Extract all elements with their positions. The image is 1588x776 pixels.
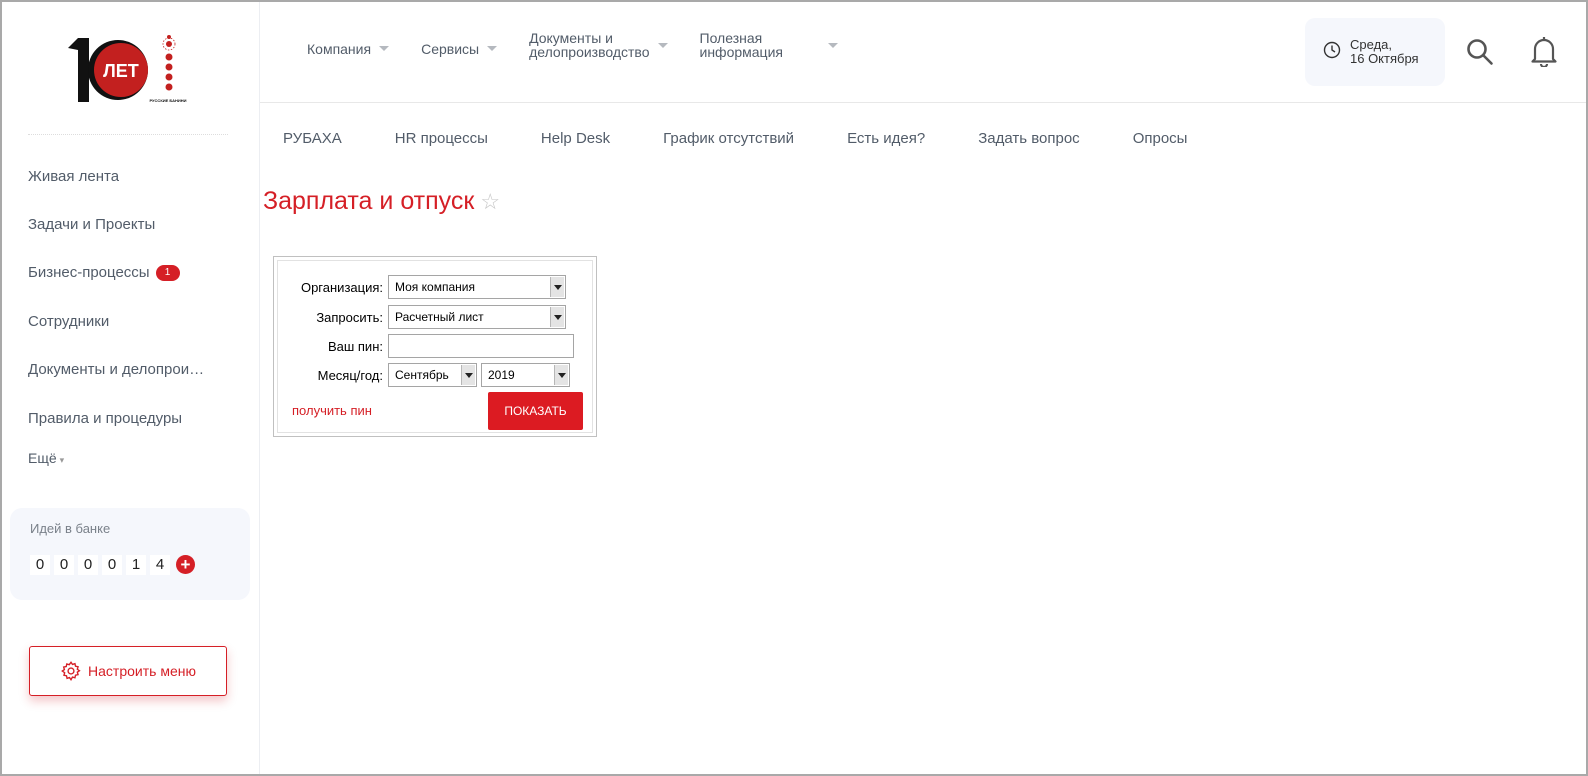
- counter-digit: 1: [126, 555, 146, 575]
- logo-divider: [28, 134, 228, 135]
- top-nav: Компания Сервисы Документы и делопроизвод…: [307, 31, 838, 59]
- request-row: Запросить: Расчетный лист: [278, 305, 566, 329]
- top-header: Компания Сервисы Документы и делопроизвод…: [260, 2, 1586, 103]
- page-title-text: Зарплата и отпуск: [263, 187, 475, 215]
- top-nav-label-wrap: Полезная информация: [700, 31, 820, 59]
- ideas-bank-title: Идей в банке: [30, 521, 111, 536]
- chevron-down-icon: [657, 42, 668, 48]
- sidebar-menu: Живая лента Задачи и Проекты Бизнес-проц…: [28, 152, 248, 442]
- counter-digit: 0: [54, 555, 74, 575]
- clock-icon: [1323, 41, 1341, 59]
- pin-row: Ваш пин:: [278, 334, 574, 358]
- sidebar-item-tasks[interactable]: Задачи и Проекты: [28, 200, 248, 248]
- sidebar: ЛЕТ РУССКИЕ БАНИНИ Живая лента Задачи и …: [2, 2, 260, 774]
- page-title: Зарплата и отпуск ☆: [263, 187, 500, 216]
- top-nav-label-wrap: Документы и делопроизводство: [529, 31, 649, 59]
- dropdown-arrow-icon: [550, 307, 564, 327]
- sidebar-item-label: Живая лента: [28, 167, 120, 185]
- ideas-counter: 0 0 0 0 1 4: [30, 555, 170, 575]
- year-select[interactable]: 2019: [481, 363, 570, 387]
- sidebar-item-rules[interactable]: Правила и процедуры: [28, 394, 248, 442]
- section-nav-item[interactable]: Есть идея?: [847, 130, 925, 147]
- month-select[interactable]: Сентябрь: [388, 363, 477, 387]
- org-row: Организация: Моя компания: [278, 275, 566, 299]
- chevron-down-icon: [379, 46, 390, 51]
- year-value: 2019: [488, 368, 515, 382]
- svg-text:ЛЕТ: ЛЕТ: [103, 61, 139, 81]
- org-label: Организация:: [300, 279, 383, 295]
- section-nav-item[interactable]: Задать вопрос: [978, 130, 1079, 147]
- date-weekday: Среда,: [1350, 37, 1392, 52]
- period-label: Месяц/год:: [317, 367, 383, 383]
- counter-badge: 1: [155, 264, 180, 281]
- counter-digit: 0: [102, 555, 122, 575]
- sidebar-more-toggle[interactable]: Ещё ▾: [28, 450, 64, 466]
- section-nav-item[interactable]: РУБАХА: [283, 130, 342, 147]
- chevron-down-icon: [827, 42, 838, 48]
- request-label: Запросить:: [316, 309, 383, 325]
- sidebar-item-label: Бизнес-процессы: [28, 264, 150, 282]
- svg-text:РУССКИЕ БАНИНИ: РУССКИЕ БАНИНИ: [149, 98, 186, 103]
- top-nav-label-line2: делопроизводство: [529, 44, 650, 60]
- counter-digit: 4: [150, 555, 170, 575]
- sidebar-item-business-processes[interactable]: Бизнес-процессы 1: [28, 249, 248, 297]
- current-date: Среда, 16 Октября: [1350, 38, 1419, 66]
- pin-label: Ваш пин:: [327, 338, 383, 354]
- section-nav: РУБАХА HR процессы Help Desk График отсу…: [283, 130, 1240, 147]
- ideas-bank-widget: Идей в банке 0 0 0 0 1 4 +: [10, 508, 250, 600]
- bell-icon[interactable]: [1530, 35, 1558, 67]
- more-label: Ещё: [28, 450, 57, 466]
- show-button[interactable]: ПОКАЗАТЬ: [488, 392, 583, 430]
- top-nav-documents[interactable]: Документы и делопроизводство: [529, 31, 668, 59]
- date-day: 16 Октября: [1350, 51, 1419, 66]
- dropdown-arrow-icon: [461, 365, 475, 385]
- org-select[interactable]: Моя компания: [388, 275, 566, 299]
- top-nav-company[interactable]: Компания: [307, 38, 390, 59]
- org-value: Моя компания: [395, 280, 475, 294]
- month-value: Сентябрь: [395, 368, 449, 382]
- sidebar-item-label: Задачи и Проекты: [28, 216, 156, 234]
- counter-digit: 0: [78, 555, 98, 575]
- dropdown-arrow-icon: [554, 365, 568, 385]
- chevron-down-icon: ▾: [59, 455, 65, 465]
- date-widget: Среда, 16 Октября: [1305, 18, 1445, 86]
- star-icon[interactable]: ☆: [480, 189, 500, 215]
- section-nav-item[interactable]: График отсутствий: [663, 130, 794, 147]
- search-icon[interactable]: [1465, 37, 1495, 67]
- gear-icon: [61, 661, 81, 682]
- sidebar-item-label: Документы и делопроизводство: [28, 361, 208, 379]
- pin-input[interactable]: [388, 334, 574, 358]
- sidebar-item-live-feed[interactable]: Живая лента: [28, 152, 248, 200]
- dropdown-arrow-icon: [550, 277, 564, 297]
- sidebar-item-label: Сотрудники: [28, 312, 110, 330]
- top-nav-useful-info[interactable]: Полезная информация: [700, 31, 838, 59]
- sidebar-item-documents[interactable]: Документы и делопроизводство: [28, 346, 248, 394]
- top-nav-label: Сервисы: [421, 40, 480, 57]
- request-value: Расчетный лист: [395, 310, 484, 324]
- configure-menu-button[interactable]: Настроить меню: [29, 646, 227, 696]
- section-nav-item[interactable]: HR процессы: [395, 130, 488, 147]
- top-nav-services[interactable]: Сервисы: [421, 38, 498, 59]
- payslip-form: Организация: Моя компания Запросить: Рас…: [273, 256, 597, 437]
- configure-menu-label: Настроить меню: [88, 663, 196, 679]
- period-row: Месяц/год: Сентябрь 2019: [278, 363, 570, 387]
- request-select[interactable]: Расчетный лист: [388, 305, 566, 329]
- add-idea-icon[interactable]: +: [176, 555, 195, 574]
- get-pin-link[interactable]: получить пин: [292, 403, 372, 418]
- sidebar-item-label: Правила и процедуры: [28, 409, 183, 427]
- section-nav-item[interactable]: Опросы: [1133, 130, 1188, 147]
- top-nav-label-line2: информация: [699, 44, 783, 60]
- section-nav-item[interactable]: Help Desk: [541, 130, 610, 147]
- counter-digit: 0: [30, 555, 50, 575]
- payslip-form-body: Организация: Моя компания Запросить: Рас…: [277, 260, 593, 433]
- company-logo[interactable]: ЛЕТ РУССКИЕ БАНИНИ: [66, 32, 191, 106]
- chevron-down-icon: [487, 46, 498, 51]
- top-nav-label: Компания: [307, 40, 372, 57]
- sidebar-item-employees[interactable]: Сотрудники: [28, 297, 248, 345]
